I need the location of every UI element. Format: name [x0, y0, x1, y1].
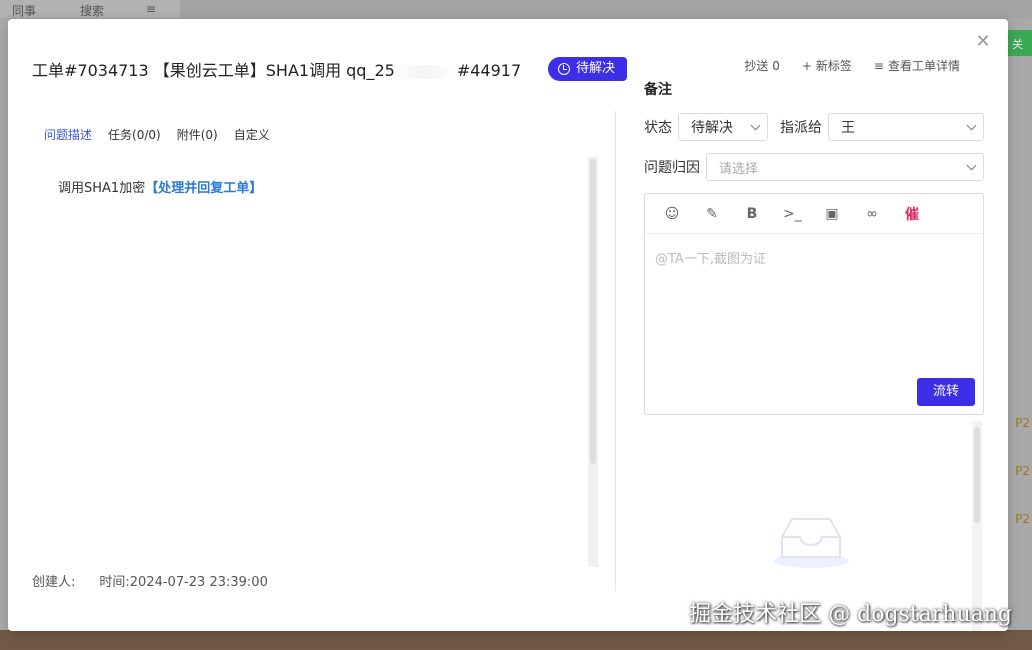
- image-icon[interactable]: ▣: [823, 206, 841, 222]
- scrollbar-thumb[interactable]: [974, 427, 980, 523]
- description-scrollbar[interactable]: [588, 157, 598, 567]
- status-select[interactable]: 待解决: [678, 113, 768, 141]
- ticket-tabs: 问题描述 任务(0/0) 附件(0) 自定义: [44, 126, 270, 143]
- view-detail-button[interactable]: ≡ 查看工单详情: [874, 57, 960, 74]
- assign-label: 指派给: [780, 120, 822, 136]
- list-icon: ≡: [873, 58, 884, 73]
- ticket-meta: 创建人: 时间:2024-07-23 23:39:00: [32, 571, 268, 590]
- emoji-icon[interactable]: ☺: [663, 206, 681, 222]
- close-icon[interactable]: ✕: [974, 33, 992, 51]
- empty-inbox-icon: [773, 518, 849, 568]
- cc-label: 抄送 0: [744, 59, 780, 73]
- menu-icon: ≡: [146, 2, 157, 16]
- top-actions: 抄送 0 + 新标签 ≡ 查看工单详情: [744, 57, 960, 74]
- cc-button[interactable]: 抄送 0: [744, 57, 779, 74]
- remarks-title: 备注: [644, 82, 672, 98]
- cause-row: 问题归因 请选择: [644, 153, 984, 181]
- created-time: 时间:2024-07-23 23:39:00: [99, 575, 268, 590]
- watermark: 掘金技术社区 @ dogstarhuang: [689, 602, 1012, 627]
- status-select-value: 待解决: [691, 120, 733, 136]
- editor-placeholder[interactable]: @TA一下,截图为证: [655, 248, 766, 267]
- transfer-button[interactable]: 流转: [917, 378, 975, 406]
- plus-icon: +: [801, 58, 812, 73]
- assignee-select[interactable]: 王: [828, 113, 984, 141]
- tab-attachments[interactable]: 附件(0): [177, 126, 218, 143]
- link-icon[interactable]: ∞: [863, 206, 881, 222]
- tab-description[interactable]: 问题描述: [44, 126, 92, 143]
- background-tab: 搜索: [80, 4, 105, 18]
- bold-icon[interactable]: B: [743, 206, 761, 222]
- status-badge-label: 待解决: [576, 61, 616, 76]
- priority-label: P2: [1015, 416, 1030, 430]
- ticket-title-prefix: 工单#7034713 【果创云工单】SHA1调用 qq_25: [32, 61, 395, 80]
- handle-reply-link[interactable]: 【处理并回复工单】: [145, 181, 262, 196]
- priority-label: P2: [1015, 464, 1030, 478]
- ticket-title: 工单#7034713 【果创云工单】SHA1调用 qq_25 #44917: [32, 57, 521, 81]
- cause-select[interactable]: 请选择: [706, 153, 984, 181]
- background-sidebar: [0, 18, 8, 650]
- remark-editor: ☺ ✎ B >_ ▣ ∞ 催 @TA一下,截图为证 流转: [644, 193, 984, 415]
- chevron-down-icon: [750, 120, 761, 130]
- redacted-text: [394, 64, 457, 79]
- cause-label: 问题归因: [644, 160, 700, 176]
- status-badge: 待解决: [548, 57, 628, 81]
- priority-label: P2: [1015, 512, 1030, 526]
- tab-custom[interactable]: 自定义: [234, 126, 270, 143]
- tab-tasks[interactable]: 任务(0/0): [108, 126, 161, 143]
- new-tag-button[interactable]: + 新标签: [802, 57, 852, 74]
- status-label: 状态: [644, 120, 672, 136]
- description-text: 调用SHA1加密: [58, 181, 146, 196]
- background-taskbar: [0, 630, 1032, 650]
- ticket-modal: ✕ 工单#7034713 【果创云工单】SHA1调用 qq_25 #44917 待…: [8, 19, 1008, 631]
- assignee-value: 王: [841, 120, 855, 136]
- status-assign-row: 状态 待解决 指派给 王: [644, 113, 984, 141]
- panel-divider: [615, 111, 616, 591]
- new-tag-label: 新标签: [815, 59, 852, 73]
- code-icon[interactable]: >_: [783, 206, 802, 222]
- cause-placeholder: 请选择: [719, 161, 759, 177]
- urge-button[interactable]: 催: [903, 204, 921, 224]
- creator-label: 创建人:: [32, 575, 76, 590]
- background-right-column: [1008, 18, 1032, 650]
- background-action-button: 关: [1008, 30, 1032, 56]
- remarks-panel: 备注 状态 待解决 指派给 王 问题归因 请选择 ☺ ✎ B >_ ▣ ∞ 催 …: [644, 79, 984, 415]
- chevron-down-icon: [966, 160, 977, 170]
- chevron-down-icon: [966, 120, 977, 130]
- pen-icon[interactable]: ✎: [703, 206, 721, 222]
- clock-icon: [558, 63, 570, 75]
- scrollbar-thumb[interactable]: [590, 159, 596, 464]
- ticket-title-suffix: #44917: [456, 61, 522, 80]
- background-topbar: 同事 搜索 ≡: [0, 0, 180, 18]
- ticket-description: 调用SHA1加密【处理并回复工单】: [58, 177, 262, 196]
- editor-toolbar: ☺ ✎ B >_ ▣ ∞ 催: [645, 194, 983, 234]
- background-tab: 同事: [12, 4, 37, 18]
- view-detail-label: 查看工单详情: [887, 59, 960, 73]
